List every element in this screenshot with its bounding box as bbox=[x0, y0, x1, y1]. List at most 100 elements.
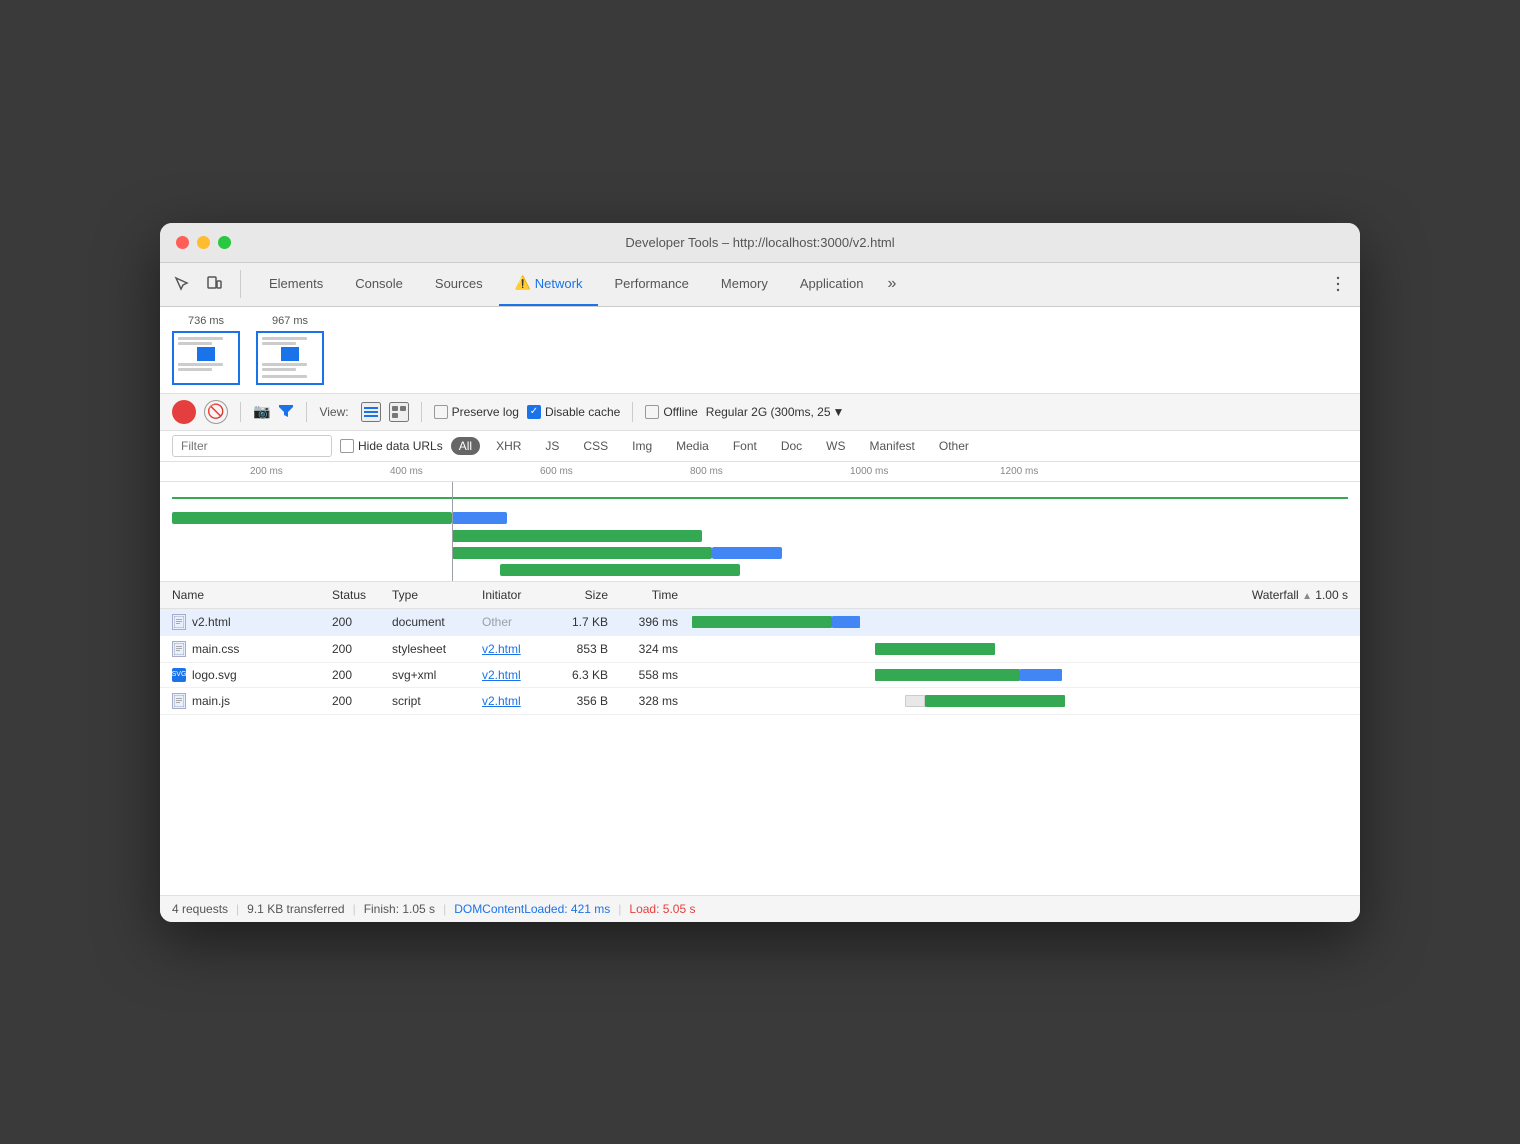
more-tabs-button[interactable]: » bbox=[879, 262, 904, 306]
inspect-button[interactable] bbox=[168, 270, 196, 298]
filter-toggle-button[interactable] bbox=[278, 402, 294, 421]
th-name[interactable]: Name bbox=[160, 582, 320, 609]
device-toolbar-button[interactable] bbox=[200, 270, 228, 298]
file-svg-icon: SVG bbox=[172, 668, 186, 682]
toolbar-icons bbox=[168, 270, 241, 298]
tab-elements[interactable]: Elements bbox=[253, 262, 339, 306]
table-header: Name Status Type Initiator Size Time Wat… bbox=[160, 582, 1360, 609]
wf-bar-green bbox=[692, 616, 832, 628]
wf-bar-blue bbox=[1020, 669, 1062, 681]
filter-all-button[interactable]: All bbox=[451, 437, 480, 455]
hide-data-urls-checkbox[interactable]: Hide data URLs bbox=[340, 439, 443, 453]
filter-manifest-button[interactable]: Manifest bbox=[862, 437, 923, 455]
filmstrip-thumb-1[interactable] bbox=[172, 331, 240, 385]
tab-console[interactable]: Console bbox=[339, 262, 419, 306]
filter-media-button[interactable]: Media bbox=[668, 437, 717, 455]
table-empty-area bbox=[160, 715, 1360, 895]
tl-row2-green bbox=[452, 530, 702, 542]
filter-font-button[interactable]: Font bbox=[725, 437, 765, 455]
filter-ws-button[interactable]: WS bbox=[818, 437, 853, 455]
filter-img-button[interactable]: Img bbox=[624, 437, 660, 455]
toolbar-divider3 bbox=[421, 402, 422, 422]
dom-content-loaded: DOMContentLoaded: 421 ms bbox=[454, 902, 610, 916]
tab-memory[interactable]: Memory bbox=[705, 262, 784, 306]
wf-bar-green bbox=[875, 669, 1020, 681]
titlebar: Developer Tools – http://localhost:3000/… bbox=[160, 223, 1360, 263]
view-group-button[interactable] bbox=[389, 402, 409, 422]
toolbar-divider4 bbox=[632, 402, 633, 422]
throttle-chevron-icon: ▼ bbox=[833, 405, 845, 419]
file-doc-icon bbox=[172, 693, 186, 709]
th-size[interactable]: Size bbox=[550, 582, 620, 609]
filmstrip-item-1[interactable]: 736 ms bbox=[172, 315, 240, 385]
window-controls bbox=[176, 236, 231, 249]
view-list-button[interactable] bbox=[361, 402, 381, 422]
preserve-log-checkbox-box bbox=[434, 405, 448, 419]
devtools-tabs: Elements Console Sources ⚠️ Network Perf… bbox=[160, 263, 1360, 307]
th-waterfall[interactable]: Waterfall ▲ 1.00 s bbox=[690, 582, 1360, 609]
transferred-size: 9.1 KB transferred bbox=[247, 902, 344, 916]
hide-data-urls-box bbox=[340, 439, 354, 453]
disable-cache-checkbox[interactable]: ✓ Disable cache bbox=[527, 405, 620, 419]
td-waterfall-3 bbox=[690, 662, 1360, 687]
devtools-menu-button[interactable] bbox=[1324, 270, 1352, 298]
th-time[interactable]: Time bbox=[620, 582, 690, 609]
filter-css-button[interactable]: CSS bbox=[575, 437, 616, 455]
ruler-tick-400: 400 ms bbox=[390, 466, 423, 477]
ruler-tick-200: 200 ms bbox=[250, 466, 283, 477]
table-row[interactable]: SVG logo.svg 200 svg+xml v2.html 6.3 KB … bbox=[160, 662, 1360, 687]
timeline-graph bbox=[160, 482, 1360, 582]
tab-network[interactable]: ⚠️ Network bbox=[499, 262, 599, 306]
tab-sources[interactable]: Sources bbox=[419, 262, 499, 306]
network-toolbar: 🚫 📷 View: bbox=[160, 394, 1360, 431]
tl-row3-blue bbox=[712, 547, 782, 559]
ruler-tick-1000: 1000 ms bbox=[850, 466, 888, 477]
tab-application[interactable]: Application bbox=[784, 262, 880, 306]
minimize-button[interactable] bbox=[197, 236, 210, 249]
file-doc-icon bbox=[172, 614, 186, 630]
maximize-button[interactable] bbox=[218, 236, 231, 249]
filter-doc-button[interactable]: Doc bbox=[773, 437, 810, 455]
screenshot-button[interactable]: 📷 bbox=[253, 403, 270, 420]
timeline-green-line bbox=[172, 497, 1348, 499]
tl-row1-green bbox=[172, 512, 452, 524]
toolbar-divider bbox=[240, 402, 241, 422]
waterfall-sort-icon: ▲ bbox=[1302, 591, 1312, 602]
preserve-log-checkbox[interactable]: Preserve log bbox=[434, 405, 519, 419]
td-name: v2.html bbox=[160, 608, 320, 635]
th-status[interactable]: Status bbox=[320, 582, 380, 609]
filter-xhr-button[interactable]: XHR bbox=[488, 437, 529, 455]
filter-input[interactable] bbox=[172, 435, 332, 457]
timeline-cursor-line bbox=[452, 482, 453, 582]
requests-count: 4 requests bbox=[172, 902, 228, 916]
td-waterfall-4 bbox=[690, 687, 1360, 714]
record-button[interactable] bbox=[172, 400, 196, 424]
filter-bar: Hide data URLs All XHR JS CSS Img Media … bbox=[160, 431, 1360, 462]
disable-cache-checkbox-box: ✓ bbox=[527, 405, 541, 419]
offline-checkbox[interactable]: Offline bbox=[645, 405, 697, 419]
tab-performance[interactable]: Performance bbox=[598, 262, 704, 306]
status-bar: 4 requests | 9.1 KB transferred | Finish… bbox=[160, 895, 1360, 922]
filter-other-button[interactable]: Other bbox=[931, 437, 977, 455]
close-button[interactable] bbox=[176, 236, 189, 249]
filmstrip-item-2[interactable]: 967 ms bbox=[256, 315, 324, 385]
wf-bar-gray bbox=[905, 695, 925, 707]
timeline-area: 200 ms 400 ms 600 ms 800 ms 1000 ms 1200… bbox=[160, 462, 1360, 582]
filmstrip-bar: 736 ms 967 ms bbox=[160, 307, 1360, 394]
throttle-select[interactable]: Regular 2G (300ms, 25 ▼ bbox=[706, 405, 845, 419]
filmstrip-thumb-2[interactable] bbox=[256, 331, 324, 385]
table-row[interactable]: main.css 200 stylesheet v2.html 853 B 32… bbox=[160, 635, 1360, 662]
load-time: Load: 5.05 s bbox=[629, 902, 695, 916]
table-row[interactable]: main.js 200 script v2.html 356 B 328 ms bbox=[160, 687, 1360, 714]
wf-bar-green bbox=[925, 695, 1065, 707]
th-type[interactable]: Type bbox=[380, 582, 470, 609]
filter-js-button[interactable]: JS bbox=[537, 437, 567, 455]
table-row[interactable]: v2.html 200 document Other 1.7 KB 396 ms bbox=[160, 608, 1360, 635]
window-title: Developer Tools – http://localhost:3000/… bbox=[625, 235, 894, 250]
th-initiator[interactable]: Initiator bbox=[470, 582, 550, 609]
devtools-body: 736 ms 967 ms bbox=[160, 307, 1360, 922]
clear-button[interactable]: 🚫 bbox=[204, 400, 228, 424]
ruler-tick-600: 600 ms bbox=[540, 466, 573, 477]
ruler-tick-800: 800 ms bbox=[690, 466, 723, 477]
tl-row1-blue bbox=[452, 512, 507, 524]
